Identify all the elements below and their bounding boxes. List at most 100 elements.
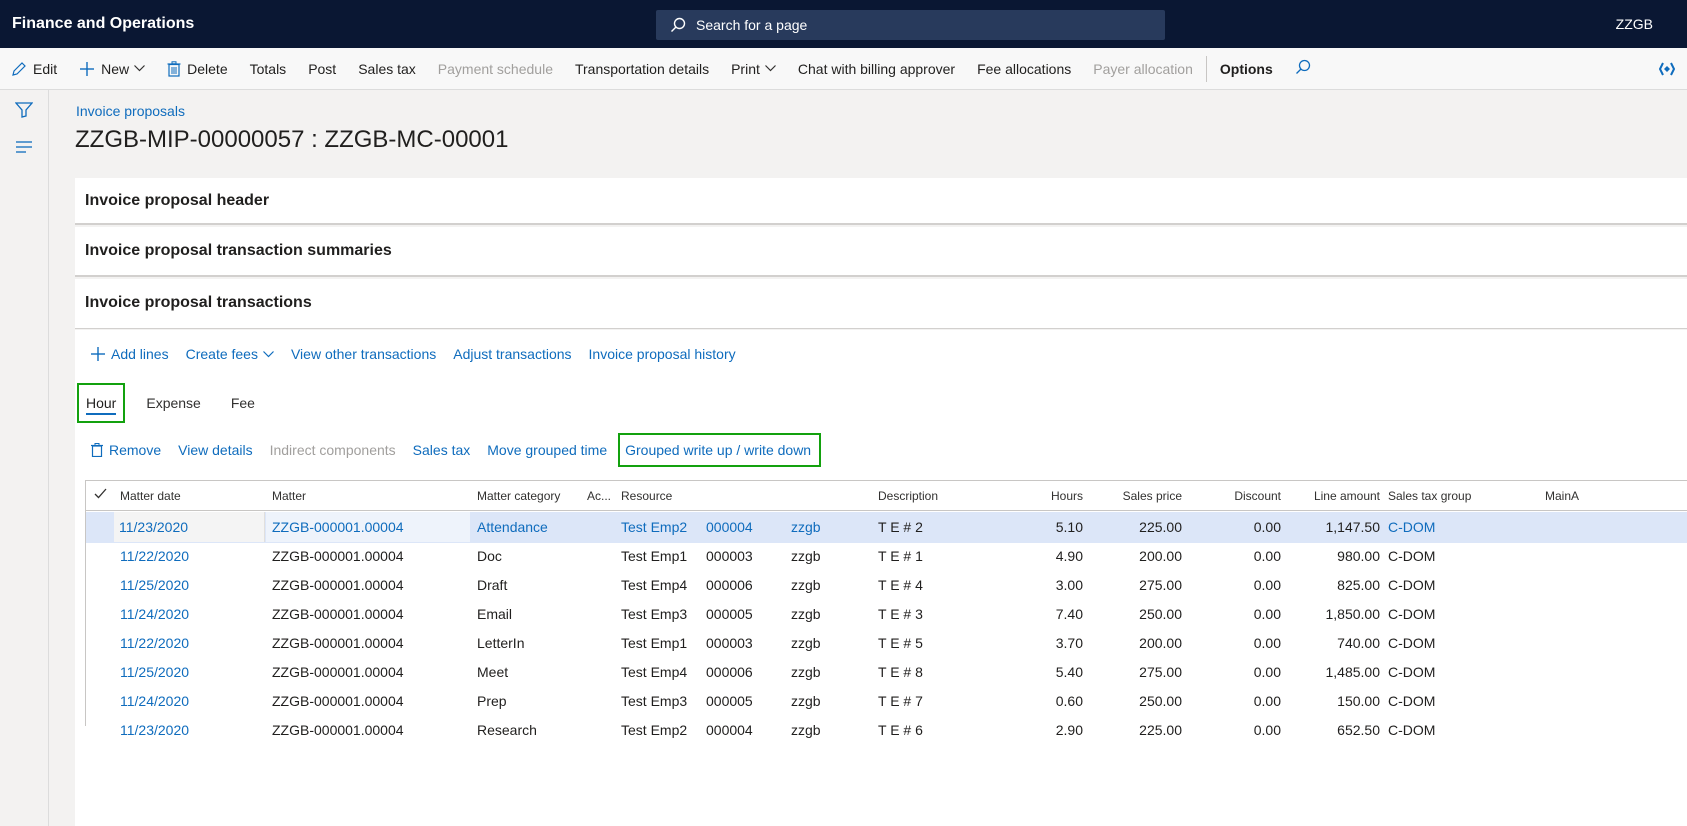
col-sales-tax-group[interactable]: Sales tax group xyxy=(1388,489,1471,503)
table-row[interactable]: 11/22/2020 ZZGB-000001.00004 Doc Test Em… xyxy=(86,541,1687,572)
cell-company[interactable]: zzgb xyxy=(791,693,821,709)
cell-description[interactable]: T E # 8 xyxy=(878,664,923,680)
app-title[interactable]: Finance and Operations xyxy=(12,15,194,33)
cell-discount[interactable]: 0.00 xyxy=(1196,577,1281,593)
cell-company[interactable]: zzgb xyxy=(791,548,821,564)
add-lines-button[interactable]: Add lines xyxy=(91,346,169,362)
cell-matter-category[interactable]: Research xyxy=(477,722,537,738)
cell-sales-tax-group[interactable]: C-DOM xyxy=(1388,548,1435,564)
col-description[interactable]: Description xyxy=(878,489,938,503)
cell-sales-price[interactable]: 200.00 xyxy=(1096,548,1182,564)
chat-billing-approver-button[interactable]: Chat with billing approver xyxy=(787,48,966,90)
cell-sales-tax-group[interactable]: C-DOM xyxy=(1388,606,1435,622)
cell-sales-tax-group[interactable]: C-DOM xyxy=(1388,693,1435,709)
cell-matter-date[interactable]: 11/23/2020 xyxy=(120,722,189,738)
cell-resource-id[interactable]: 000004 xyxy=(706,519,753,535)
cell-company[interactable]: zzgb xyxy=(791,635,821,651)
indirect-components-button[interactable]: Indirect components xyxy=(270,442,396,458)
cell-company[interactable]: zzgb xyxy=(791,577,821,593)
table-row[interactable]: 11/23/2020 ZZGB-000001.00004 Research Te… xyxy=(86,715,1687,746)
cell-matter[interactable]: ZZGB-000001.00004 xyxy=(272,664,404,680)
edit-button[interactable]: Edit xyxy=(0,48,68,90)
fee-allocations-button[interactable]: Fee allocations xyxy=(966,48,1082,90)
cell-hours[interactable]: 3.70 xyxy=(1026,635,1083,651)
cell-resource[interactable]: Test Emp2 xyxy=(621,722,687,738)
cell-sales-tax-group[interactable]: C-DOM xyxy=(1388,519,1435,535)
col-resource[interactable]: Resource xyxy=(621,489,672,503)
cell-sales-price[interactable]: 200.00 xyxy=(1096,635,1182,651)
hamburger-icon[interactable] xyxy=(15,140,33,157)
tab-fee[interactable]: Fee xyxy=(222,383,264,423)
cell-line-amount[interactable]: 150.00 xyxy=(1291,693,1380,709)
cell-company[interactable]: zzgb xyxy=(791,664,821,680)
cell-matter-date[interactable]: 11/25/2020 xyxy=(120,664,189,680)
cell-discount[interactable]: 0.00 xyxy=(1196,519,1281,535)
cell-description[interactable]: T E # 4 xyxy=(878,577,923,593)
table-row[interactable]: 11/24/2020 ZZGB-000001.00004 Email Test … xyxy=(86,599,1687,630)
cell-hours[interactable]: 4.90 xyxy=(1026,548,1083,564)
cell-matter-date[interactable]: 11/22/2020 xyxy=(120,635,189,651)
cell-line-amount[interactable]: 1,147.50 xyxy=(1291,519,1381,535)
cell-discount[interactable]: 0.00 xyxy=(1196,693,1281,709)
cell-description[interactable]: T E # 1 xyxy=(878,548,923,564)
delete-button[interactable]: Delete xyxy=(156,48,238,90)
filter-icon[interactable] xyxy=(14,102,34,121)
table-row[interactable]: 11/22/2020 ZZGB-000001.00004 LetterIn Te… xyxy=(86,628,1687,659)
cell-hours[interactable]: 0.60 xyxy=(1026,693,1083,709)
col-matter[interactable]: Matter xyxy=(272,489,306,503)
diamond-icon[interactable] xyxy=(1658,62,1676,79)
cell-matter[interactable]: ZZGB-000001.00004 xyxy=(272,577,404,593)
cell-description[interactable]: T E # 3 xyxy=(878,606,923,622)
cell-matter[interactable]: ZZGB-000001.00004 xyxy=(272,548,404,564)
cell-discount[interactable]: 0.00 xyxy=(1196,664,1281,680)
cell-sales-price[interactable]: 275.00 xyxy=(1096,664,1182,680)
cell-company[interactable]: zzgb xyxy=(791,606,821,622)
cell-resource[interactable]: Test Emp4 xyxy=(621,664,687,680)
cell-discount[interactable]: 0.00 xyxy=(1196,635,1281,651)
cell-matter-category[interactable]: Prep xyxy=(477,693,507,709)
cell-matter-category[interactable]: Email xyxy=(477,606,512,622)
cell-company[interactable]: zzgb xyxy=(791,722,821,738)
cell-resource[interactable]: Test Emp3 xyxy=(621,693,687,709)
select-all-checkmark-icon[interactable] xyxy=(94,488,107,502)
fasttab-transactions[interactable]: Invoice proposal transactions xyxy=(75,279,1687,329)
cell-hours[interactable]: 2.90 xyxy=(1026,722,1083,738)
cell-sales-tax-group[interactable]: C-DOM xyxy=(1388,635,1435,651)
cell-resource-id[interactable]: 000006 xyxy=(706,664,753,680)
cell-line-amount[interactable]: 825.00 xyxy=(1291,577,1380,593)
remove-button[interactable]: Remove xyxy=(91,442,161,458)
cell-line-amount[interactable]: 740.00 xyxy=(1291,635,1380,651)
cell-resource[interactable]: Test Emp4 xyxy=(621,577,687,593)
cell-resource-id[interactable]: 000006 xyxy=(706,577,753,593)
cell-matter-date[interactable]: 11/24/2020 xyxy=(120,606,189,622)
view-other-transactions-button[interactable]: View other transactions xyxy=(291,346,436,362)
cell-resource-id[interactable]: 000003 xyxy=(706,548,753,564)
cell-description[interactable]: T E # 2 xyxy=(878,519,923,535)
cell-hours[interactable]: 3.00 xyxy=(1026,577,1083,593)
cell-resource-id[interactable]: 000005 xyxy=(706,606,753,622)
transportation-details-button[interactable]: Transportation details xyxy=(564,48,720,90)
table-row[interactable]: 11/25/2020 ZZGB-000001.00004 Draft Test … xyxy=(86,570,1687,601)
cell-matter-category[interactable]: Attendance xyxy=(477,519,548,535)
sales-tax-button[interactable]: Sales tax xyxy=(347,48,427,90)
cell-sales-price[interactable]: 225.00 xyxy=(1096,519,1182,535)
cell-sales-price[interactable]: 250.00 xyxy=(1096,693,1182,709)
cell-matter-date[interactable]: 11/24/2020 xyxy=(120,693,189,709)
cell-description[interactable]: T E # 6 xyxy=(878,722,923,738)
cell-matter[interactable]: ZZGB-000001.00004 xyxy=(272,693,404,709)
payer-allocation-button[interactable]: Payer allocation xyxy=(1082,48,1204,90)
cell-description[interactable]: T E # 5 xyxy=(878,635,923,651)
cell-line-amount[interactable]: 1,485.00 xyxy=(1291,664,1381,680)
col-sales-price[interactable]: Sales price xyxy=(1096,489,1182,503)
cell-line-amount[interactable]: 652.50 xyxy=(1291,722,1380,738)
view-details-button[interactable]: View details xyxy=(178,442,252,458)
cell-discount[interactable]: 0.00 xyxy=(1196,606,1281,622)
cell-line-amount[interactable]: 1,850.00 xyxy=(1291,606,1381,622)
cell-matter-date[interactable]: 11/25/2020 xyxy=(120,577,189,593)
cell-matter-category[interactable]: Doc xyxy=(477,548,502,564)
cell-matter[interactable]: ZZGB-000001.00004 xyxy=(272,635,404,651)
cell-hours[interactable]: 7.40 xyxy=(1026,606,1083,622)
print-button[interactable]: Print xyxy=(720,48,787,90)
cell-sales-price[interactable]: 225.00 xyxy=(1096,722,1182,738)
breadcrumb[interactable]: Invoice proposals xyxy=(76,103,185,119)
